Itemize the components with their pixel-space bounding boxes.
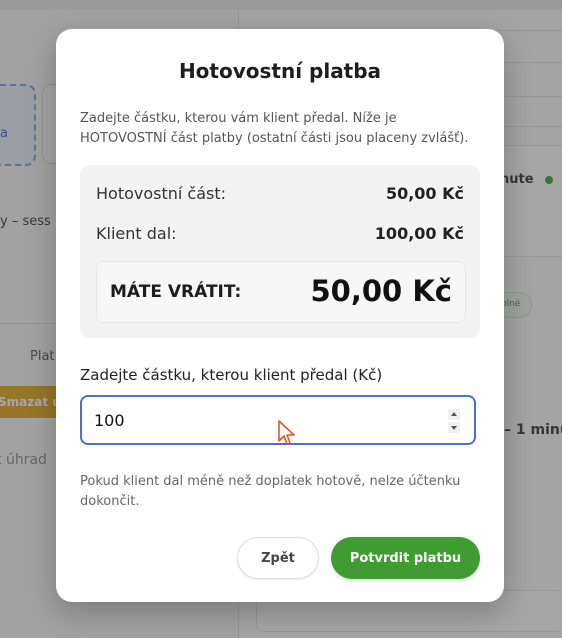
cash-part-row: Hotovostní část: 50,00 Kč	[96, 184, 464, 206]
change-due-box: MÁTE VRÁTIT: 50,00 Kč	[96, 261, 466, 323]
amount-input-label: Zadejte částku, kterou klient předal (Kč…	[80, 366, 383, 384]
decrement-icon[interactable]	[448, 422, 460, 433]
confirm-payment-button[interactable]: Potvrdit platbu	[331, 537, 480, 579]
number-spinner[interactable]	[448, 409, 460, 433]
client-gave-row: Klient dal: 100,00 Kč	[96, 224, 464, 246]
cash-payment-dialog: Hotovostní platba Zadejte částku, kterou…	[56, 29, 504, 602]
cash-part-label: Hotovostní část:	[96, 184, 227, 203]
dialog-title: Hotovostní platba	[178, 59, 382, 83]
dialog-description: Zadejte částku, kterou vám klient předal…	[80, 111, 469, 146]
client-gave-label: Klient dal:	[96, 224, 177, 243]
amount-input[interactable]	[94, 409, 434, 431]
increment-icon[interactable]	[448, 409, 460, 420]
mouse-cursor-icon	[278, 420, 295, 445]
validation-hint: Pokud klient dal méně než doplatek hotov…	[80, 474, 461, 509]
change-due-label: MÁTE VRÁTIT:	[110, 282, 242, 302]
payment-summary: Hotovostní část: 50,00 Kč Klient dal: 10…	[80, 165, 480, 338]
client-gave-value: 100,00 Kč	[374, 224, 464, 243]
back-button[interactable]: Zpět	[237, 537, 319, 579]
change-due-value: 50,00 Kč	[310, 274, 453, 308]
cash-part-value: 50,00 Kč	[385, 184, 464, 203]
